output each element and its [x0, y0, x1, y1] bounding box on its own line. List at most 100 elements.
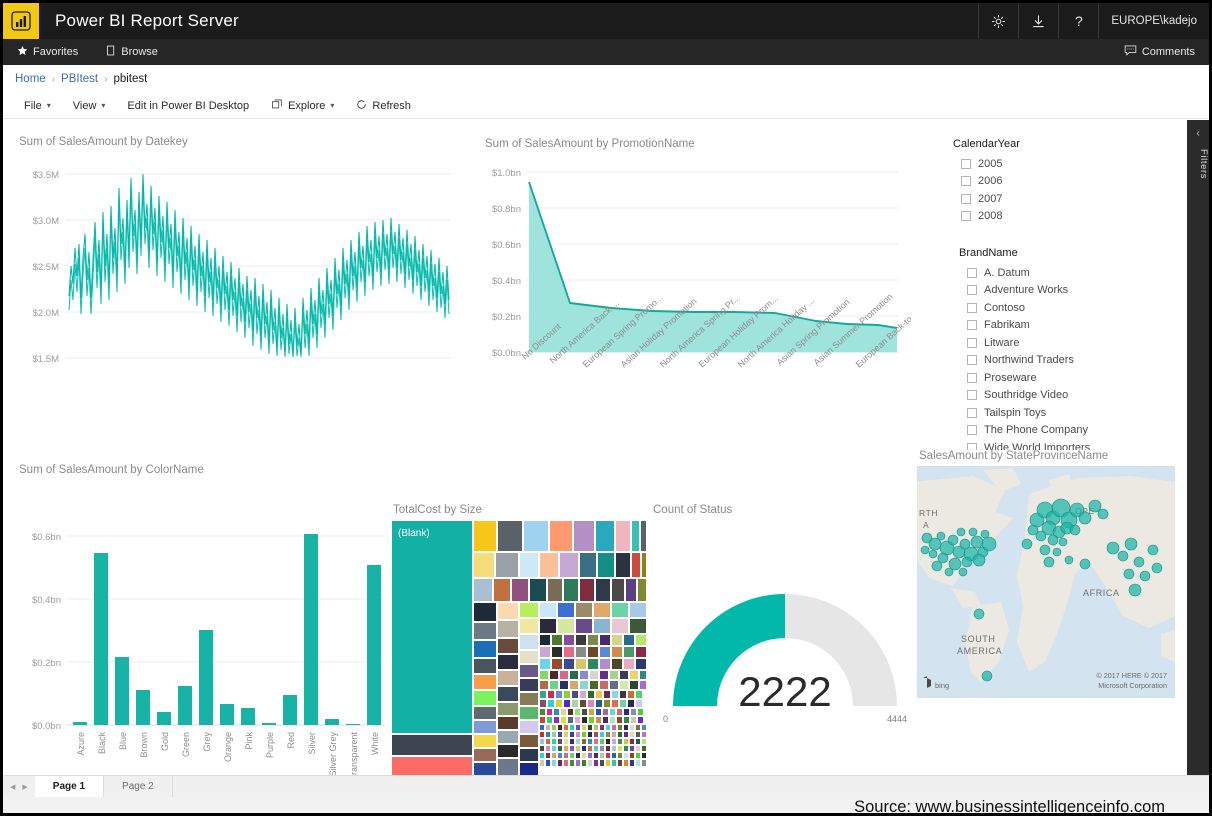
- slicer-item-litware[interactable]: Litware: [959, 334, 1189, 352]
- checkbox-icon[interactable]: [961, 176, 971, 186]
- slicer-item-label: Southridge Video: [984, 389, 1068, 401]
- svg-text:A: A: [923, 520, 929, 530]
- svg-text:$0.2bn: $0.2bn: [492, 312, 521, 323]
- slicer-item-proseware[interactable]: Proseware: [959, 369, 1189, 387]
- checkbox-icon[interactable]: [967, 268, 977, 278]
- viz-sales-by-stateprovincename[interactable]: SalesAmount by StateProvinceName: [917, 450, 1185, 720]
- slicer-item-label: 2008: [978, 210, 1002, 222]
- slicer-item-2006[interactable]: 2006: [953, 173, 1189, 191]
- slicer-item-label: Litware: [984, 337, 1019, 349]
- checkbox-icon[interactable]: [967, 285, 977, 295]
- powerbi-logo-icon[interactable]: [3, 3, 39, 39]
- slicer-item-2007[interactable]: 2007: [953, 190, 1189, 208]
- nav-browse[interactable]: Browse: [92, 39, 172, 65]
- slicer-item-northwind-traders[interactable]: Northwind Traders: [959, 352, 1189, 370]
- svg-text:Black: Black: [97, 732, 107, 755]
- viz-slicer-panel[interactable]: CalendarYear 2005 2006 2007 2008: [953, 132, 1189, 452]
- viz-title-sales-by-promotionname: Sum of SalesAmount by PromotionName: [481, 138, 911, 150]
- slicer-item-2008[interactable]: 2008: [953, 208, 1189, 226]
- svg-text:$2.0M: $2.0M: [33, 308, 59, 319]
- chevron-down-icon: ▾: [101, 101, 105, 110]
- slicer-item-fabrikam[interactable]: Fabrikam: [959, 317, 1189, 335]
- svg-text:$0.2bn: $0.2bn: [32, 658, 61, 669]
- svg-text:$0.0bn: $0.0bn: [492, 348, 521, 359]
- checkbox-icon[interactable]: [967, 320, 977, 330]
- checkbox-icon[interactable]: [967, 303, 977, 313]
- power-bi-report-server-window: Power BI Report Server ? EUROPE\kadejo F…: [0, 0, 1212, 816]
- checkbox-icon[interactable]: [967, 425, 977, 435]
- explore-menu-button[interactable]: Explore ▾: [260, 93, 345, 119]
- edit-in-desktop-button[interactable]: Edit in Power BI Desktop: [116, 93, 260, 119]
- treemap-largest-label: (Blank): [398, 528, 430, 539]
- slicer-item-2005[interactable]: 2005: [953, 155, 1189, 173]
- viz-title-sales-by-colorname: Sum of SalesAmount by ColorName: [11, 460, 391, 476]
- file-menu-button[interactable]: File ▾: [13, 93, 62, 119]
- slicer-item-label: Northwind Traders: [984, 354, 1074, 366]
- download-icon[interactable]: [1018, 3, 1058, 39]
- next-page-arrow-icon[interactable]: ▶: [22, 783, 27, 791]
- slicer-item-adventure-works[interactable]: Adventure Works: [959, 282, 1189, 300]
- slicer-item-label: 2006: [978, 175, 1002, 187]
- breadcrumb-separator: ›: [104, 74, 107, 85]
- checkbox-icon[interactable]: [967, 408, 977, 418]
- viz-count-of-status[interactable]: Count of Status 2222 0 4444: [651, 504, 919, 734]
- browse-page-icon: [106, 45, 116, 59]
- slicer-item-label: Proseware: [984, 372, 1037, 384]
- svg-text:$0.0bn: $0.0bn: [32, 721, 61, 732]
- viz-totalcost-by-size[interactable]: TotalCost by Size (Blank): [391, 504, 653, 780]
- svg-text:$0.6bn: $0.6bn: [32, 532, 61, 543]
- checkbox-icon[interactable]: [967, 390, 977, 400]
- map-label-south-america: SOUTH: [961, 634, 996, 644]
- edit-in-desktop-label: Edit in Power BI Desktop: [127, 100, 249, 112]
- checkbox-icon[interactable]: [961, 211, 971, 221]
- slicer-item-label: A. Datum: [984, 267, 1030, 279]
- slicer-item-tailspin-toys[interactable]: Tailspin Toys: [959, 404, 1189, 422]
- viz-sales-by-datekey[interactable]: Sum of SalesAmount by Datekey $3.5M $3.0…: [11, 132, 463, 372]
- viz-sales-by-promotionname[interactable]: Sum of SalesAmount by PromotionName $1.0…: [481, 138, 911, 458]
- slicer-item-the-phone-company[interactable]: The Phone Company: [959, 422, 1189, 440]
- nav-favorites[interactable]: Favorites: [3, 39, 92, 65]
- question-mark-icon[interactable]: ?: [1058, 3, 1098, 39]
- page-nav-arrows[interactable]: ◀ ▶: [3, 776, 35, 797]
- breadcrumb-item-pbitest-folder[interactable]: PBItest: [61, 73, 98, 85]
- page-tab-page-1[interactable]: Page 1: [35, 776, 104, 797]
- chevron-left-icon[interactable]: ‹: [1187, 120, 1209, 139]
- slicer-item-contoso[interactable]: Contoso: [959, 299, 1189, 317]
- page-tab-page-2[interactable]: Page 2: [104, 776, 173, 797]
- gauge-max-label: 4444: [887, 714, 907, 724]
- line-chart-plot: $3.5M $3.0M $2.5M $2.0M $1.5M 2007 2008 …: [11, 148, 463, 366]
- checkbox-icon[interactable]: [961, 194, 971, 204]
- checkbox-icon[interactable]: [967, 373, 977, 383]
- map-attribution-line1: © 2017 HERE © 2017: [1096, 671, 1167, 680]
- svg-text:$0.4bn: $0.4bn: [492, 276, 521, 287]
- chevron-down-icon: ▾: [330, 101, 334, 110]
- star-icon: [17, 45, 28, 59]
- svg-text:$1.5M: $1.5M: [33, 354, 59, 365]
- map-attribution-line2: Microsoft Corporation: [1098, 681, 1167, 690]
- map-plot[interactable]: RTH A OPE AFRICA SOUTH AMERICA: [917, 466, 1175, 698]
- gear-icon[interactable]: [978, 3, 1018, 39]
- view-menu-button[interactable]: View ▾: [62, 93, 117, 119]
- filters-pane-rail[interactable]: ‹ Filters: [1187, 120, 1209, 793]
- viz-sales-by-colorname[interactable]: Sum of SalesAmount by ColorName $0.6bn $…: [11, 460, 391, 780]
- slicer-item-southridge-video[interactable]: Southridge Video: [959, 387, 1189, 405]
- svg-text:$3.5M: $3.5M: [33, 170, 59, 181]
- svg-text:Green: Green: [181, 732, 191, 757]
- svg-text:AMERICA: AMERICA: [957, 646, 1002, 656]
- refresh-button[interactable]: Refresh: [345, 93, 422, 119]
- page-tab-label: Page 1: [53, 781, 85, 792]
- checkbox-icon[interactable]: [967, 338, 977, 348]
- map-label-africa: AFRICA: [1083, 588, 1120, 598]
- prev-page-arrow-icon[interactable]: ◀: [10, 783, 15, 791]
- svg-text:Orange: Orange: [223, 732, 233, 762]
- nav-comments[interactable]: Comments: [1110, 39, 1209, 65]
- slicer-item-a-datum[interactable]: A. Datum: [959, 264, 1189, 282]
- svg-text:$0.4bn: $0.4bn: [32, 595, 61, 606]
- user-account-label[interactable]: EUROPE\kadejo: [1098, 3, 1209, 39]
- svg-text:$1.0bn: $1.0bn: [492, 168, 521, 179]
- breadcrumb-item-current: pbitest: [113, 73, 147, 85]
- area-chart-plot: $1.0bn $0.8bn $0.6bn $0.4bn $0.2bn $0.0b…: [481, 150, 911, 454]
- breadcrumb-item-home[interactable]: Home: [15, 73, 46, 85]
- checkbox-icon[interactable]: [967, 355, 977, 365]
- checkbox-icon[interactable]: [961, 159, 971, 169]
